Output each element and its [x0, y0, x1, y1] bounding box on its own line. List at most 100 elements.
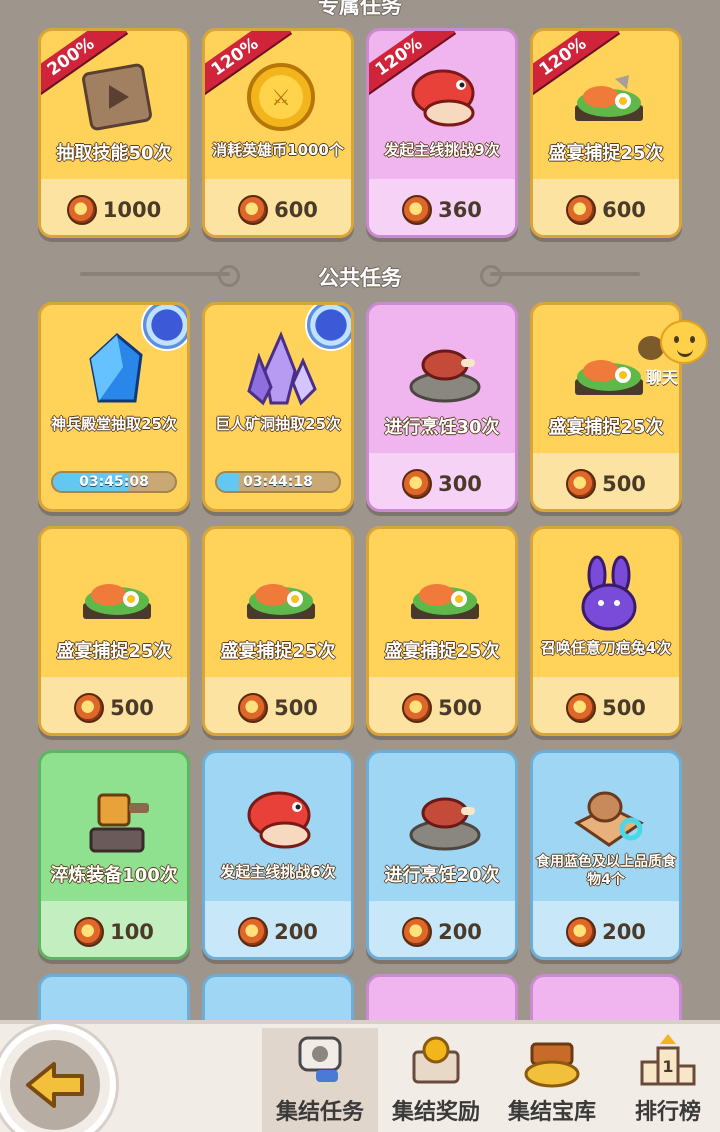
task-reward: 500 [533, 469, 679, 499]
nav-label: 集结宝库 [507, 1100, 596, 1125]
task-reward: 500 [41, 693, 187, 723]
task-reward: 200 [533, 917, 679, 947]
task-label: 召唤任意刀疤兔4次 [540, 639, 672, 657]
task-reward: 200 [369, 917, 515, 947]
nav-leaderboard[interactable]: 1 排行榜 [610, 1028, 720, 1132]
public-task-card[interactable]: 召唤任意刀疤兔4次 500 [530, 526, 682, 736]
task-reward: 500 [205, 693, 351, 723]
nav-label: 排行榜 [634, 1100, 701, 1125]
task-label: 食用蓝色及以上品质食物4个 [536, 854, 676, 888]
blue-medal-icon [305, 305, 351, 351]
public-task-card[interactable]: 淬炼装备100次 100 [38, 750, 190, 960]
task-label: 进行烹饪20次 [384, 865, 500, 886]
treasure-gold-icon [524, 1042, 580, 1088]
reward-coin-icon [566, 917, 597, 947]
red-dino-icon [411, 69, 475, 127]
task-label: 进行烹饪30次 [384, 417, 500, 438]
reward-coin-icon [238, 917, 269, 947]
task-reward: 300 [369, 469, 515, 499]
reward-coin-icon [74, 693, 105, 723]
svg-text:1: 1 [662, 1057, 673, 1076]
reward-coin-icon [402, 195, 433, 225]
task-label: 盛宴捕捉25次 [384, 641, 500, 662]
feast-tray-icon [411, 584, 479, 619]
public-task-card[interactable]: 进行烹饪30次 300 [366, 302, 518, 512]
feast-tray-icon [83, 584, 151, 619]
purple-rabbit-icon [581, 555, 637, 631]
task-reward: 360 [369, 195, 515, 225]
reward-coin-icon [566, 693, 597, 723]
chat-label: 聊天 [646, 368, 679, 387]
anvil-hammer-icon [89, 793, 149, 853]
chat-button[interactable]: 聊天 [638, 318, 718, 388]
task-reward: 600 [205, 195, 351, 225]
smiley-icon [660, 320, 708, 364]
public-task-card[interactable]: 发起主线挑战6次 200 [202, 750, 354, 960]
exclusive-tasks-title: 专属任务 [318, 0, 402, 18]
public-tasks-title: 公共任务 [318, 266, 402, 290]
reward-coin-icon [402, 693, 433, 723]
exclusive-task-card[interactable]: ⚔ 120% 消耗英雄币1000个 600 [202, 28, 354, 238]
blue-crystal-icon [89, 333, 143, 403]
public-task-card[interactable]: 盛宴捕捉25次 500 [38, 526, 190, 736]
task-label: 发起主线挑战6次 [220, 863, 336, 881]
reward-coin-icon [66, 195, 97, 225]
skill-ticket-icon [82, 63, 152, 131]
nav-rally-treasury[interactable]: 集结宝库 [494, 1028, 610, 1132]
reward-coin-icon [402, 469, 433, 499]
reward-coin-icon [74, 917, 105, 947]
podium-icon: 1 [640, 1034, 696, 1086]
nav-label: 集结任务 [275, 1100, 364, 1125]
reward-coin-icon [402, 917, 433, 947]
blue-medal-icon [141, 305, 187, 351]
reward-coin-icon [566, 195, 597, 225]
svg-text:⚔: ⚔ [271, 86, 291, 111]
back-button[interactable] [0, 1024, 116, 1132]
purple-crystal-icon [247, 331, 317, 406]
task-label: 盛宴捕捉25次 [548, 417, 664, 438]
task-reward: 1000 [41, 195, 187, 225]
exclusive-task-card[interactable]: 120% 盛宴捕捉25次 600 [530, 28, 682, 238]
task-timer: 03:44:18 [215, 471, 341, 493]
arrow-left-icon [26, 1062, 84, 1108]
reward-coin-icon [238, 195, 269, 225]
task-label: 淬炼装备100次 [50, 865, 178, 886]
feast-tray-icon [247, 584, 315, 619]
reward-coin-icon [238, 693, 269, 723]
scroll-task-icon [298, 1036, 342, 1082]
task-reward: 600 [533, 195, 679, 225]
task-reward: 200 [205, 917, 351, 947]
public-task-card[interactable]: 盛宴捕捉25次 500 [202, 526, 354, 736]
public-task-card[interactable]: 盛宴捕捉25次 500 [366, 526, 518, 736]
task-reward: 500 [369, 693, 515, 723]
feast-tray-icon [575, 75, 643, 121]
nav-label: 集结奖励 [391, 1100, 480, 1125]
cooking-meat-icon [409, 797, 481, 851]
task-label: 抽取技能50次 [56, 143, 172, 164]
reward-chest-icon [412, 1036, 460, 1084]
cooking-meat-icon [409, 349, 481, 403]
exclusive-task-card[interactable]: 120% 发起主线挑战9次 360 [366, 28, 518, 238]
task-label: 巨人矿洞抽取25次 [215, 415, 341, 433]
task-label: 盛宴捕捉25次 [56, 641, 172, 662]
task-label: 发起主线挑战9次 [384, 141, 500, 159]
public-task-card[interactable]: 进行烹饪20次 200 [366, 750, 518, 960]
task-label: 盛宴捕捉25次 [220, 641, 336, 662]
hero-coin-icon: ⚔ [247, 63, 315, 131]
reward-coin-icon [566, 469, 597, 499]
public-task-card[interactable]: 神兵殿堂抽取25次 03:45:08 [38, 302, 190, 512]
feast-tray-icon [575, 360, 643, 395]
food-plate-icon [574, 791, 644, 847]
task-timer: 03:45:08 [51, 471, 177, 493]
task-label: 消耗英雄币1000个 [212, 141, 344, 159]
task-reward: 100 [41, 917, 187, 947]
task-reward: 500 [533, 693, 679, 723]
nav-rally-tasks[interactable]: 集结任务 [262, 1028, 378, 1132]
nav-rally-rewards[interactable]: 集结奖励 [378, 1028, 494, 1132]
red-dino-icon [247, 791, 311, 849]
task-label: 神兵殿堂抽取25次 [51, 415, 177, 433]
public-task-card[interactable]: 巨人矿洞抽取25次 03:44:18 [202, 302, 354, 512]
task-label: 盛宴捕捉25次 [548, 143, 664, 164]
public-task-card[interactable]: 食用蓝色及以上品质食物4个 200 [530, 750, 682, 960]
exclusive-task-card[interactable]: 200% 抽取技能50次 1000 [38, 28, 190, 238]
